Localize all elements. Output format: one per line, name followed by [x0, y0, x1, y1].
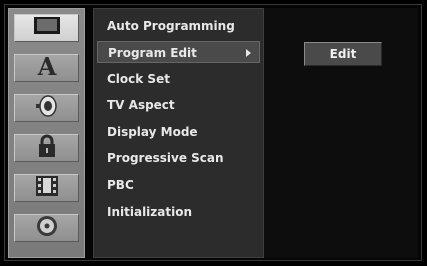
menu-item-program-edit[interactable]: Program Edit [97, 41, 260, 63]
menu-item-progressive-scan[interactable]: Progressive Scan [97, 147, 260, 169]
category-sidebar: A [8, 8, 85, 258]
category-language-button[interactable]: A [14, 52, 79, 82]
category-tv-button[interactable] [14, 14, 79, 42]
disc-icon [32, 214, 62, 242]
edit-button[interactable]: Edit [304, 42, 382, 66]
menu-item-clock-set[interactable]: Clock Set [97, 68, 260, 90]
menu-item-tv-aspect[interactable]: TV Aspect [97, 94, 260, 116]
film-icon [32, 174, 62, 202]
tv-screen-icon [32, 16, 62, 40]
menu-item-label: Program Edit [108, 46, 197, 60]
menu-item-initialization[interactable]: Initialization [97, 201, 260, 223]
menu-item-pbc[interactable]: PBC [97, 174, 260, 196]
speaker-icon [32, 94, 62, 122]
category-lock-button[interactable] [14, 134, 79, 162]
chevron-right-icon [246, 49, 251, 57]
settings-menu: Auto Programming Program Edit Clock Set … [93, 8, 264, 258]
category-audio-button[interactable] [14, 94, 79, 122]
category-film-button[interactable] [14, 174, 79, 202]
padlock-icon [32, 133, 62, 163]
category-disc-button[interactable] [14, 214, 79, 242]
menu-item-auto-programming[interactable]: Auto Programming [97, 15, 260, 37]
svg-text:A: A [36, 54, 56, 78]
letter-a-icon: A [32, 52, 62, 82]
menu-item-display-mode[interactable]: Display Mode [97, 121, 260, 143]
